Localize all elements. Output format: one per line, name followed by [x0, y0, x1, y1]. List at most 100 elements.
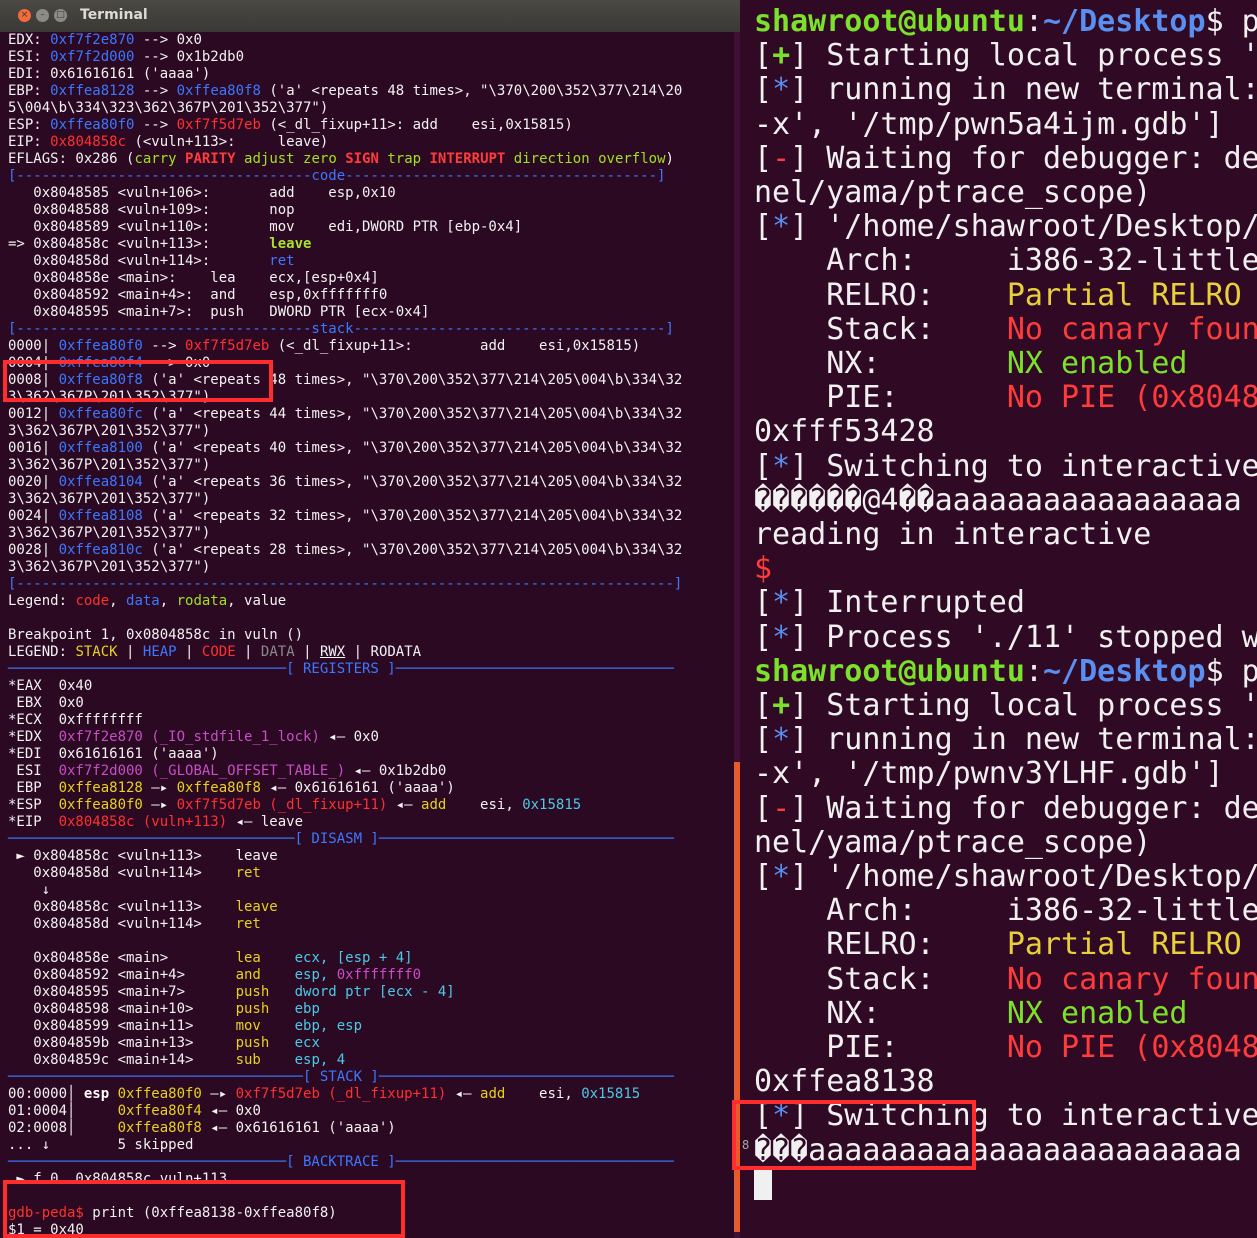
- pwn-output-text-segment: NX enabled: [1006, 995, 1188, 1031]
- pwn-output-text-segment: [: [754, 619, 773, 655]
- gdb-output-line: 0028| 0xffea810c ('a' <repeats 28 times>…: [8, 542, 682, 559]
- pwn-output-line: RELRO: Partial RELRO: [754, 277, 1241, 314]
- gdb-output-text-segment: add: [421, 797, 447, 813]
- pwn-output-text-segment: [: [754, 448, 773, 484]
- gdb-output-line: EBP 0xffea8128 —▸ 0xffea80f8 ◂— 0x616161…: [8, 780, 454, 797]
- gdb-output-text-segment: 0xfffffff0: [336, 967, 422, 983]
- pwn-output-text-segment: :: [1024, 4, 1043, 39]
- pwn-output-line: [-] Waiting for debugger: de: [754, 791, 1257, 827]
- gdb-output-text-segment: 0x804858c <vuln+113>: [8, 899, 236, 915]
- gdb-output-text-segment: ◂— leave: [227, 814, 304, 830]
- title-bar[interactable]: × – □ Terminal: [0, 0, 740, 32]
- gdb-output-text-segment: *ESP: [8, 797, 59, 813]
- gdb-output-line: 3\362\367P\201\352\377"): [8, 457, 210, 474]
- gdb-output-line: EIP: 0x804858c (<vuln+113>: leave): [8, 134, 328, 151]
- gdb-output-text-segment: LEGEND:: [8, 644, 76, 660]
- gdb-output-line: [---------------------------------------…: [8, 576, 682, 593]
- pwn-output-line: reading in interactive: [754, 517, 1151, 553]
- gdb-output-text-segment: ◂— 0x0: [319, 729, 379, 745]
- gdb-output-line: *ECX 0xffffffff: [8, 712, 143, 729]
- pwn-output-line: [+] Starting local process ': [754, 688, 1257, 724]
- maximize-window-button[interactable]: □: [54, 9, 67, 22]
- pwn-output-text-segment: No PIE (0x8048: [1006, 1030, 1257, 1065]
- gdb-output-text-segment: leave: [235, 899, 278, 915]
- pwn-output-text-segment: nel/yama/ptrace_scope): [754, 175, 1152, 210]
- gdb-output-text-segment: 0x804858d <vuln+114>:: [8, 253, 270, 269]
- gdb-output-text-segment: code: [75, 593, 110, 609]
- pwn-output-text-segment: RELRO:: [754, 277, 1007, 313]
- gdb-output-text-segment: ESI:: [8, 49, 51, 65]
- gdb-output-line: *ESP 0xffea80f0 —▸ 0xf7f5d7eb (_dl_fixup…: [8, 797, 581, 814]
- pwn-output-text-segment: [: [754, 209, 773, 245]
- gdb-output-line: ESI 0xf7f2d000 (_GLOBAL_OFFSET_TABLE_) ◂…: [8, 763, 446, 780]
- gdb-output-text-segment: 0xf7f2e870: [50, 32, 135, 48]
- gdb-output-line: => 0x804858c <vuln+113>: leave: [8, 236, 311, 253]
- gdb-output-text-segment: [-----------------------------------code…: [8, 168, 666, 184]
- gdb-output-text-segment: ◂—: [446, 1086, 481, 1102]
- gdb-output-text-segment: EIP:: [8, 134, 51, 150]
- gdb-output-text-segment: 0x804858e <main>: [8, 950, 236, 966]
- gdb-output-text-segment: -->: [142, 338, 186, 354]
- gdb-output-text-segment: | RODATA: [345, 644, 422, 660]
- pwn-output-text-segment: ] Starting local process ': [790, 38, 1257, 74]
- gdb-output-text-segment: ◂— 0x0: [201, 1103, 261, 1119]
- terminal-cursor-line: [754, 1167, 772, 1203]
- gdb-output-text-segment: 5\004\b\334\323\362\367P\201\352\377"): [8, 100, 329, 116]
- gdb-output-line: 02:0008│ 0xffea80f8 ◂— 0x61616161 ('aaaa…: [8, 1120, 396, 1137]
- gdb-output-text-segment: EDI: 0x61616161 ('aaaa'): [8, 66, 211, 82]
- gdb-output-text-segment: esp,: [294, 967, 337, 983]
- pwn-output-text-segment: RELRO:: [754, 927, 1007, 963]
- pwntools-terminal-output[interactable]: shawroot@ubuntu:~/Desktop$ p [+] Starting…: [754, 0, 1257, 1238]
- gdb-output-line: 0x804858d <vuln+114> ret: [8, 916, 261, 933]
- gdb-output-text-segment: 0020|: [8, 474, 59, 490]
- gdb-output-text-segment: dword ptr [ecx - 4]: [294, 984, 455, 1000]
- pwn-output-text-segment: *: [772, 722, 791, 758]
- gdb-output-text-segment: ('a' <repeats 40 times>, "\370\200\352\3…: [142, 440, 683, 456]
- gdb-output-text-segment: 0xffea80f0: [58, 338, 143, 354]
- pwn-output-text-segment: Arch: i386-32-little: [754, 893, 1257, 929]
- gdb-output-text-segment: 0x804858d <vuln+114>: [8, 865, 236, 881]
- gdb-output-line: 0x804858e <main> lea ecx, [esp + 4]: [8, 950, 413, 967]
- gdb-output-text-segment: 0xf7f5d7eb: [185, 338, 270, 354]
- pwn-output-text-segment: Stack:: [754, 961, 1007, 997]
- gdb-output-line: 0x804859b <main+13> push ecx: [8, 1035, 320, 1052]
- pwn-output-line: [*] '/home/shawroot/Desktop/: [754, 859, 1257, 895]
- pwn-output-text-segment: -x', '/tmp/pwn5a4ijm.gdb']: [754, 106, 1224, 142]
- gdb-terminal-output[interactable]: EDX: 0xf7f2e870 --> 0x0 ESI: 0xf7f2d000 -…: [0, 32, 734, 1238]
- gdb-output-text-segment: 0xffea80f8: [117, 1120, 202, 1136]
- gdb-output-text-segment: 0012|: [8, 406, 59, 422]
- gdb-output-text-segment: *EIP: [8, 814, 59, 830]
- gdb-output-text-segment: --> 0x1b2db0: [134, 49, 245, 65]
- gdb-output-text-segment: *ECX 0xffffffff: [8, 712, 143, 728]
- gdb-output-text-segment: 0x8048595 <main+7>: [8, 984, 236, 1000]
- pwn-output-text-segment: *: [772, 209, 791, 245]
- gdb-output-text-segment: 0x8048588 <vuln+109>: nop: [8, 202, 295, 218]
- pwn-output-text-segment: *: [772, 448, 791, 484]
- close-window-button[interactable]: ×: [18, 9, 31, 22]
- minimize-window-button[interactable]: –: [36, 9, 49, 22]
- gdb-output-text-segment: 0028|: [8, 542, 59, 558]
- gdb-output-text-segment: STACK: [75, 644, 118, 660]
- terminal-window[interactable]: × – □ Terminal EDX: 0xf7f2e870 --> 0x0 ES…: [0, 0, 740, 1238]
- gdb-output-text-segment: ('a' <repeats 32 times>, "\370\200\352\3…: [142, 508, 683, 524]
- pwn-output-line: shawroot@ubuntu:~/Desktop$ p: [754, 654, 1257, 690]
- gdb-output-text-segment: 0x804859c <main+14>: [8, 1052, 236, 1068]
- gdb-output-text-segment: 0xf7f5d7eb (_dl_fixup+11): [235, 1086, 447, 1102]
- gdb-output-text-segment: 0x8048595 <main+7>: push DWORD PTR [ecx-…: [8, 304, 430, 320]
- gdb-output-line: Legend: code, data, rodata, value: [8, 593, 286, 610]
- gdb-output-text-segment: EBP:: [8, 83, 51, 99]
- pwn-output-line: Stack: No canary foun: [754, 962, 1257, 998]
- gdb-output-text-segment: esp: [83, 1086, 118, 1102]
- terminal-scrollbar[interactable]: [734, 32, 740, 1238]
- gdb-output-line: 0x804858e <main>: lea ecx,[esp+0x4]: [8, 270, 379, 287]
- pwn-output-line: Stack: No canary foun: [754, 312, 1257, 348]
- gdb-output-text-segment: 3\362\367P\201\352\377"): [8, 491, 211, 507]
- gdb-output-text-segment: direction overflow: [513, 151, 666, 167]
- gdb-output-line: 0000| 0xffea80f0 --> 0xf7f5d7eb (<_dl_fi…: [8, 338, 640, 355]
- pwn-output-line: Arch: i386-32-little: [754, 243, 1257, 279]
- pwn-output-line: NX: NX enabled: [754, 995, 1188, 1032]
- gdb-output-text-segment: |: [235, 644, 261, 660]
- gdb-output-line: EBX 0x0: [8, 695, 83, 712]
- gdb-output-text-segment: ► 0x804858c <vuln+113> leave: [8, 848, 278, 864]
- gdb-output-text-segment: ecx, [esp + 4]: [294, 950, 413, 966]
